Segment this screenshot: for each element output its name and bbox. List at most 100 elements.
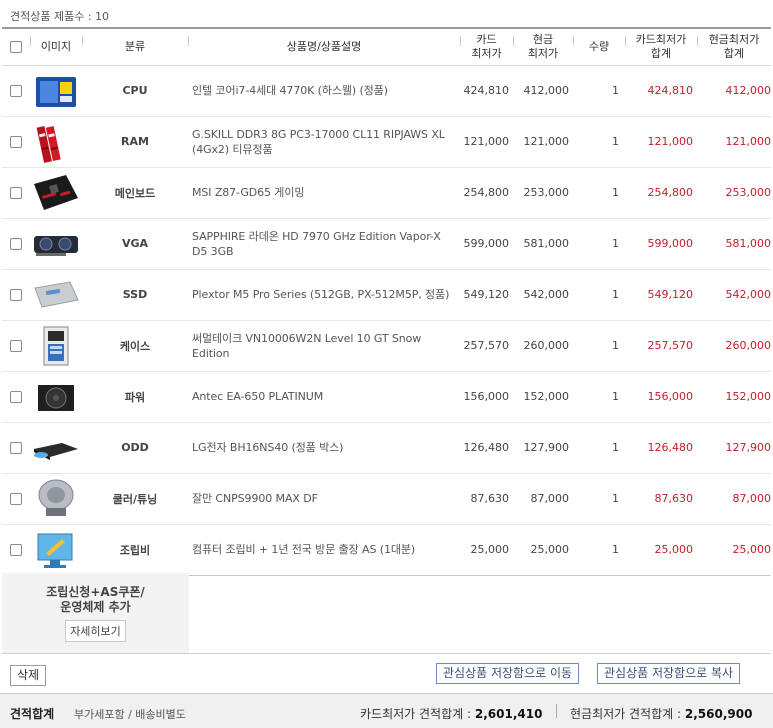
row-checkbox[interactable] <box>10 340 22 352</box>
motherboard-icon[interactable] <box>32 172 80 214</box>
row-product-name[interactable]: 잘만 CNPS9900 MAX DF <box>188 473 460 525</box>
col-card-total-l1: 카드최저가 <box>635 32 687 46</box>
estimate-table: 이미지 분류 상품명/상품설명 카드 최저가 현금 최저가 수량 카드최저가 합계 현… <box>2 27 771 576</box>
row-cash-price: 152,000 <box>513 371 573 423</box>
row-qty: 1 <box>573 65 625 117</box>
estimate-total-footer: 견적합계 부가세포함 / 배송비별도 카드최저가 견적합계 : 2,601,41… <box>0 693 773 728</box>
assembly-service-icon-graphic <box>37 533 73 568</box>
row-card-total: 254,800 <box>625 167 697 219</box>
row-card-total: 599,000 <box>625 218 697 270</box>
row-card-price: 121,000 <box>460 116 513 168</box>
table-row: 파워 Antec EA-650 PLATINUM 156,000 152,000… <box>2 371 771 423</box>
row-cash-total: 253,000 <box>697 167 771 219</box>
col-card-price-l2: 최저가 <box>471 46 502 60</box>
row-checkbox[interactable] <box>10 238 22 250</box>
detail-view-button[interactable]: 자세히보기 <box>65 620 126 642</box>
row-card-total: 126,480 <box>625 422 697 474</box>
action-bar: 삭제 관심상품 저장함으로 이동 관심상품 저장함으로 복사 <box>2 653 771 691</box>
power-supply-icon[interactable] <box>32 376 80 418</box>
row-category: SSD <box>82 269 188 321</box>
move-to-wishlist-button[interactable]: 관심상품 저장함으로 이동 <box>436 663 580 684</box>
footer-divider <box>556 704 557 718</box>
row-card-total: 25,000 <box>625 524 697 576</box>
product-count-label: 견적상품 제품수 : <box>10 10 96 23</box>
pc-case-icon[interactable] <box>32 325 80 367</box>
col-cash-price-l1: 현금 <box>532 32 554 46</box>
row-product-name[interactable]: 컴퓨터 조립비 + 1년 전국 방문 출장 AS (1대분) <box>188 524 460 576</box>
row-checkbox[interactable] <box>10 187 22 199</box>
pc-case-icon-graphic <box>43 326 69 365</box>
row-qty: 1 <box>573 371 625 423</box>
ram-icon[interactable] <box>32 121 80 163</box>
row-product-name[interactable]: 써멀테이크 VN10006W2N Level 10 GT Snow Editio… <box>188 320 460 372</box>
card-total-label: 카드최저가 견적합계 : <box>360 707 475 721</box>
row-check-cell <box>2 116 30 168</box>
table-row: 케이스 써멀테이크 VN10006W2N Level 10 GT Snow Ed… <box>2 320 771 372</box>
ssd-icon-graphic <box>34 280 79 308</box>
row-card-price: 156,000 <box>460 371 513 423</box>
col-card-total: 카드최저가 합계 <box>625 27 697 66</box>
row-cash-total: 121,000 <box>697 116 771 168</box>
assembly-service-icon[interactable] <box>32 529 80 571</box>
row-card-total: 121,000 <box>625 116 697 168</box>
col-card-price: 카드 최저가 <box>460 27 513 66</box>
extra-options-title: 조립신청+AS쿠폰/운영체제 추가 <box>2 585 189 615</box>
cpu-box-icon[interactable] <box>32 70 80 112</box>
row-checkbox[interactable] <box>10 391 22 403</box>
row-checkbox[interactable] <box>10 442 22 454</box>
row-qty: 1 <box>573 269 625 321</box>
row-product-name[interactable]: G.SKILL DDR3 8G PC3-17000 CL11 RIPJAWS X… <box>188 116 460 168</box>
row-card-price: 549,120 <box>460 269 513 321</box>
row-cash-total: 87,000 <box>697 473 771 525</box>
product-count: 견적상품 제품수 : 10 <box>10 8 109 24</box>
col-card-total-l2: 합계 <box>650 46 672 60</box>
row-product-name[interactable]: 인텔 코어i7-4세대 4770K (하스웰) (정품) <box>188 65 460 117</box>
optical-drive-icon[interactable] <box>32 427 80 469</box>
row-product-name[interactable]: Plextor M5 Pro Series (512GB, PX-512M5P,… <box>188 269 460 321</box>
row-cash-price: 412,000 <box>513 65 573 117</box>
delete-button[interactable]: 삭제 <box>10 665 47 686</box>
extra-options-box: 조립신청+AS쿠폰/운영체제 추가 자세히보기 <box>2 573 189 653</box>
row-cash-total: 260,000 <box>697 320 771 372</box>
row-cash-price: 581,000 <box>513 218 573 270</box>
row-product-name[interactable]: SAPPHIRE 라데온 HD 7970 GHz Edition Vapor-X… <box>188 218 460 270</box>
row-checkbox[interactable] <box>10 289 22 301</box>
row-checkbox[interactable] <box>10 544 22 556</box>
row-cash-price: 87,000 <box>513 473 573 525</box>
row-category: 조립비 <box>82 524 188 576</box>
row-cash-total: 25,000 <box>697 524 771 576</box>
copy-to-wishlist-button[interactable]: 관심상품 저장함으로 복사 <box>597 663 741 684</box>
row-product-name[interactable]: LG전자 BH16NS40 (정품 박스) <box>188 422 460 474</box>
row-check-cell <box>2 320 30 372</box>
row-image-cell <box>30 218 82 270</box>
ssd-icon[interactable] <box>32 274 80 316</box>
cpu-cooler-icon-graphic <box>38 479 74 516</box>
row-category: 파워 <box>82 371 188 423</box>
row-cash-price: 25,000 <box>513 524 573 576</box>
select-all-checkbox[interactable] <box>10 40 22 53</box>
power-supply-icon-graphic <box>38 384 74 411</box>
row-checkbox[interactable] <box>10 85 22 97</box>
ram-icon-graphic <box>36 125 61 163</box>
row-card-price: 126,480 <box>460 422 513 474</box>
row-image-cell <box>30 422 82 474</box>
optical-drive-icon-graphic <box>34 442 78 460</box>
row-checkbox[interactable] <box>10 493 22 505</box>
row-category: RAM <box>82 116 188 168</box>
row-checkbox[interactable] <box>10 136 22 148</box>
row-card-price: 257,570 <box>460 320 513 372</box>
cpu-cooler-icon[interactable] <box>32 478 80 520</box>
row-card-price: 25,000 <box>460 524 513 576</box>
cash-total-value: 2,560,900 <box>684 707 753 721</box>
graphics-card-icon[interactable] <box>32 223 80 265</box>
row-check-cell <box>2 218 30 270</box>
cash-total-summary: 현금최저가 견적합계 : 2,560,900 <box>570 705 752 722</box>
col-cash-price: 현금 최저가 <box>513 27 573 66</box>
row-card-price: 254,800 <box>460 167 513 219</box>
row-product-name[interactable]: Antec EA-650 PLATINUM <box>188 371 460 423</box>
row-product-name[interactable]: MSI Z87-GD65 게이밍 <box>188 167 460 219</box>
table-row: 메인보드 MSI Z87-GD65 게이밍 254,800 253,000 1 … <box>2 167 771 219</box>
table-row: RAM G.SKILL DDR3 8G PC3-17000 CL11 RIPJA… <box>2 116 771 168</box>
row-image-cell <box>30 473 82 525</box>
row-qty: 1 <box>573 167 625 219</box>
